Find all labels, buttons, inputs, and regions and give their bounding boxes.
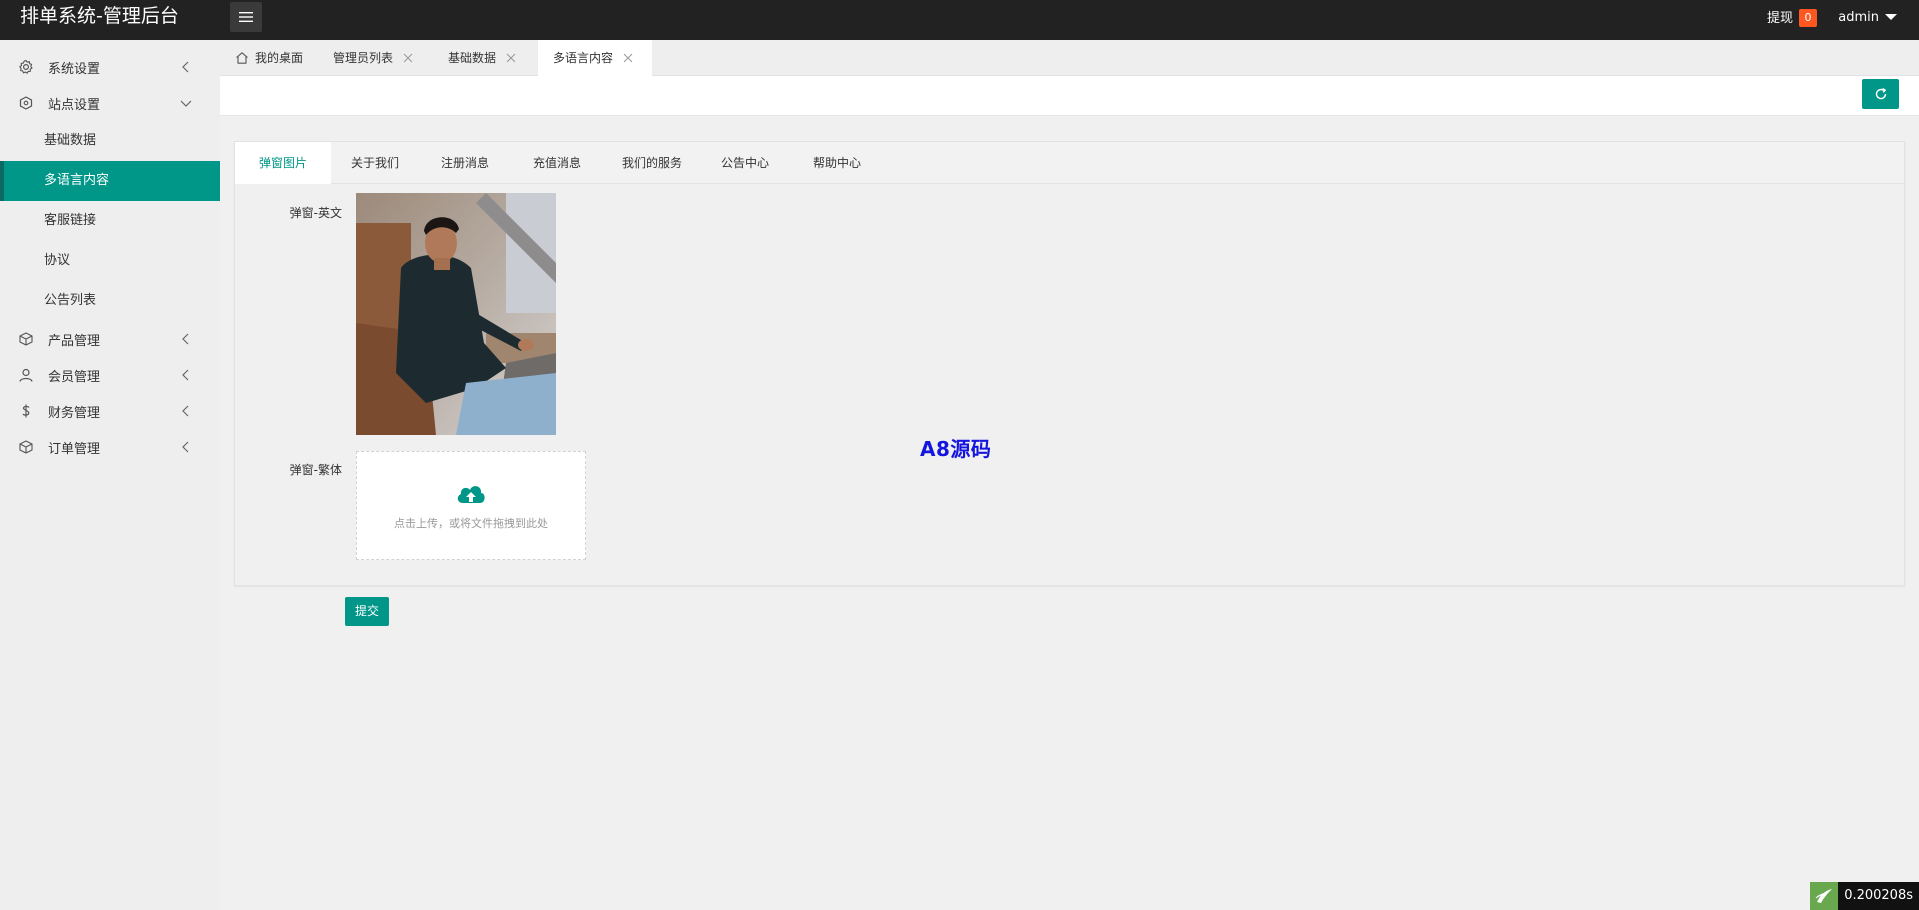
tab-register-message[interactable]: 注册消息: [419, 142, 511, 184]
popup-image-preview[interactable]: [356, 193, 556, 435]
upload-hint: 点击上传，或将文件拖拽到此处: [394, 516, 548, 530]
withdraw-notice[interactable]: 提现 0: [1767, 0, 1817, 36]
sidebar-item-label: 产品管理: [48, 333, 101, 349]
sidebar-subitem-service-link[interactable]: 客服链接: [0, 201, 220, 241]
sidebar-item-label: 财务管理: [48, 405, 101, 421]
sidebar-item-label: 站点设置: [48, 97, 101, 113]
sidebar-subitem-multilang[interactable]: 多语言内容: [0, 161, 220, 201]
sidebar-item-site-settings[interactable]: 站点设置: [0, 85, 220, 121]
close-icon[interactable]: [623, 53, 633, 63]
tab-label: 管理员列表: [333, 51, 394, 65]
sidebar-subitem-notice-list[interactable]: 公告列表: [0, 281, 220, 321]
sidebar-subitem-basic-data[interactable]: 基础数据: [0, 121, 220, 161]
sidebar-item-members[interactable]: 会员管理: [0, 357, 220, 393]
tab-multilang[interactable]: 多语言内容: [538, 40, 652, 76]
tab-admin-list[interactable]: 管理员列表: [318, 40, 428, 76]
tab-help-center[interactable]: 帮助中心: [789, 142, 885, 184]
dollar-icon: [18, 403, 34, 419]
chevron-down-icon: [180, 100, 192, 107]
site-icon: [18, 95, 34, 111]
page-toolbar: [220, 76, 1919, 116]
tab-our-services[interactable]: 我们的服务: [603, 142, 701, 184]
chevron-left-icon: [182, 333, 189, 345]
sidebar-item-products[interactable]: 产品管理: [0, 321, 220, 357]
top-header: 排单系统-管理后台 提现 0 admin: [0, 0, 1919, 40]
tab-about-us[interactable]: 关于我们: [331, 142, 419, 184]
box-icon: [18, 439, 34, 455]
tab-label: 我的桌面: [255, 51, 304, 65]
gear-icon: [18, 59, 34, 75]
sidebar-item-orders[interactable]: 订单管理: [0, 429, 220, 465]
withdraw-count-badge: 0: [1799, 9, 1817, 27]
app-title: 排单系统-管理后台: [20, 5, 179, 27]
chevron-left-icon: [182, 61, 189, 73]
sidebar-item-label: 订单管理: [48, 441, 101, 457]
tab-label: 基础数据: [448, 51, 497, 65]
menu-toggle-button[interactable]: [230, 2, 262, 32]
tab-recharge-message[interactable]: 充值消息: [511, 142, 603, 184]
sidebar-subitem-agreement[interactable]: 协议: [0, 241, 220, 281]
tab-basic-data[interactable]: 基础数据: [433, 40, 531, 76]
thinkphp-logo-icon[interactable]: [1810, 882, 1839, 910]
watermark-text: A8源码: [920, 437, 992, 461]
close-icon[interactable]: [403, 53, 413, 63]
field-label-en: 弹窗-英文: [289, 206, 342, 220]
refresh-icon: [1875, 88, 1886, 100]
tab-label: 多语言内容: [553, 51, 614, 65]
box-icon: [18, 331, 34, 347]
user-icon: [18, 367, 34, 383]
sidebar: 系统设置 站点设置 基础数据 多语言内容 客服链接 协议 公告列表 产品管理 会…: [0, 40, 220, 910]
tab-my-desktop[interactable]: 我的桌面: [220, 40, 318, 76]
sidebar-item-finance[interactable]: 财务管理: [0, 393, 220, 429]
submit-button[interactable]: 提交: [345, 597, 389, 626]
cloud-upload-icon: [457, 485, 485, 503]
sidebar-item-label: 会员管理: [48, 369, 101, 385]
debug-timing: 0.200208s: [1810, 882, 1919, 910]
user-menu[interactable]: admin: [1838, 0, 1897, 36]
sidebar-item-system-settings[interactable]: 系统设置: [0, 49, 220, 85]
tab-notice-center[interactable]: 公告中心: [701, 142, 789, 184]
upload-dropzone[interactable]: 点击上传，或将文件拖拽到此处: [356, 451, 586, 560]
withdraw-label: 提现: [1766, 10, 1793, 26]
sidebar-item-label: 系统设置: [48, 61, 101, 77]
home-icon: [236, 52, 248, 64]
caret-down-icon: [1885, 14, 1897, 20]
hamburger-icon: [239, 12, 253, 22]
field-label-tw: 弹窗-繁体: [289, 463, 342, 477]
page-load-time: 0.200208s: [1838, 882, 1919, 910]
username: admin: [1838, 10, 1879, 25]
page-tab-bar: 我的桌面 管理员列表 基础数据 多语言内容: [220, 40, 1919, 76]
tab-popup-image[interactable]: 弹窗图片: [235, 142, 331, 184]
chevron-left-icon: [182, 405, 189, 417]
section-tabs: 弹窗图片 关于我们 注册消息 充值消息 我们的服务 公告中心 帮助中心: [235, 142, 1904, 184]
refresh-button[interactable]: [1862, 79, 1899, 109]
photo-image: [356, 193, 556, 435]
chevron-left-icon: [182, 441, 189, 453]
chevron-left-icon: [182, 369, 189, 381]
close-icon[interactable]: [506, 53, 516, 63]
